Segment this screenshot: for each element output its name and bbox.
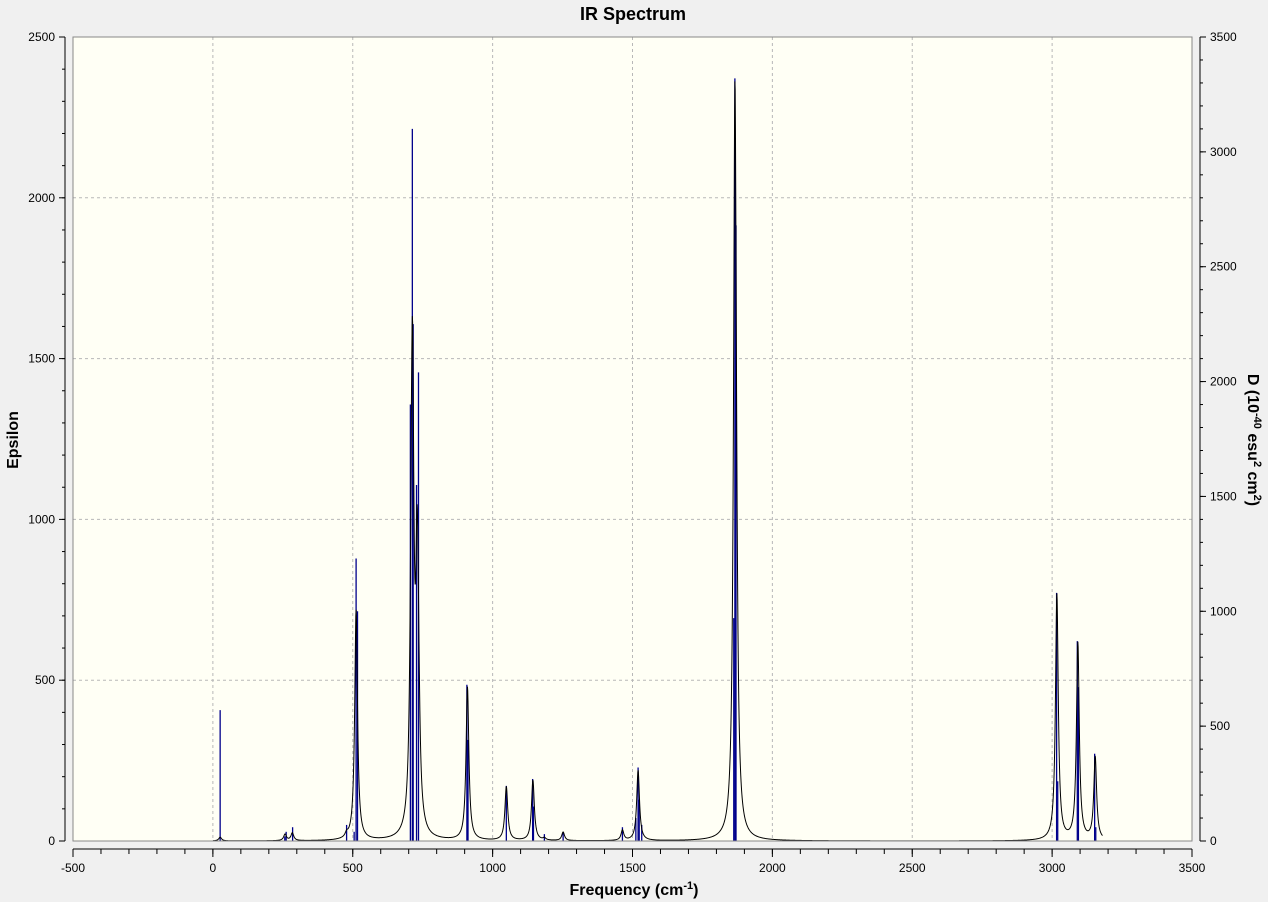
x-tick-label: 1000 (479, 861, 506, 875)
y-right-tick-label: 2500 (1210, 260, 1237, 274)
x-axis-title: Frequency (cm-1) (570, 880, 699, 899)
x-tick-label: 3500 (1179, 861, 1206, 875)
y-right-tick-label: 0 (1210, 834, 1217, 848)
y-right-axis-title: D (10-40 esu2 cm2) (1244, 374, 1263, 506)
y-right-tick-label: 2000 (1210, 375, 1237, 389)
y-right-title-p3: cm (1244, 467, 1261, 495)
x-tick-label: -500 (61, 861, 85, 875)
y-left-tick-label: 1500 (28, 352, 55, 366)
x-tick-label: 0 (210, 861, 217, 875)
y-left-tick-label: 2000 (28, 191, 55, 205)
y-right-title-p4: ) (1244, 501, 1261, 506)
y-left-tick-label: 2500 (28, 30, 55, 44)
ir-spectrum-chart: -500 0 500 1000 1500 2000 2500 3000 3500 0 500 1000… (5, 4, 1263, 899)
x-axis-title-end: ) (693, 882, 698, 899)
chart-title: IR Spectrum (580, 4, 686, 24)
y-left-tick-label: 1000 (28, 512, 55, 526)
y-right-title-p2: esu (1244, 429, 1261, 461)
x-tick-label: 3000 (1039, 861, 1066, 875)
y-right-tick-label: 1000 (1210, 604, 1237, 618)
x-tick-label: 500 (343, 861, 363, 875)
y-right-title-s1: -40 (1251, 413, 1263, 429)
y-left-tick-label: 0 (48, 834, 55, 848)
x-axis-title-main: Frequency (cm (570, 882, 684, 899)
y-right-tick-label: 500 (1210, 719, 1230, 733)
y-right-tick-label: 1500 (1210, 489, 1237, 503)
x-tick-label: 2500 (899, 861, 926, 875)
y-right-tick-label: 3000 (1210, 145, 1237, 159)
x-tick-label: 1500 (619, 861, 646, 875)
y-left-axis-title: Epsilon (5, 411, 22, 469)
y-left-tick-label: 500 (35, 673, 55, 687)
y-right-title-p1: D (10 (1244, 374, 1261, 413)
x-tick-label: 2000 (759, 861, 786, 875)
y-right-tick-label: 3500 (1210, 30, 1237, 44)
x-axis-title-superscript: -1 (683, 880, 693, 892)
